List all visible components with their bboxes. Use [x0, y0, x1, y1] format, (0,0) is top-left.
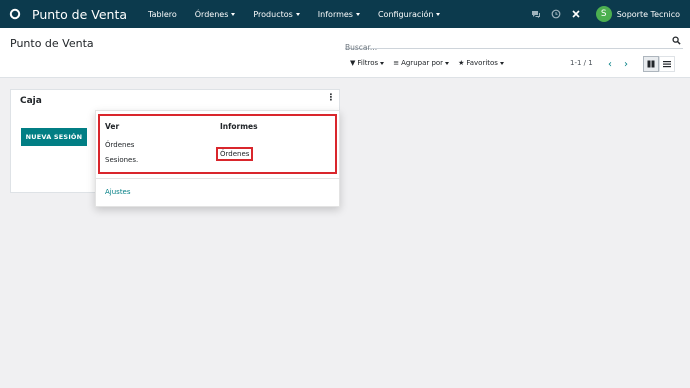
chevron-left-icon[interactable]: ‹ — [602, 57, 618, 71]
search-input[interactable] — [345, 41, 665, 54]
menu-configuration[interactable]: Configuración — [378, 10, 441, 19]
menu-reports[interactable]: Informes — [318, 10, 360, 19]
view-orders-link[interactable]: Órdenes — [105, 141, 138, 149]
new-session-button[interactable]: NUEVA SESIÓN — [21, 128, 87, 146]
kanban-view-button[interactable] — [643, 56, 659, 72]
pager-value[interactable]: 1-1 / 1 — [570, 59, 593, 67]
card-menu-icon[interactable]: ⋮ — [325, 93, 337, 107]
user-menu[interactable]: S Soporte Tecnico — [595, 6, 680, 22]
view-switcher — [643, 56, 675, 72]
list-icon: ≡ — [393, 59, 400, 67]
group-by-button[interactable]: ≡ Agrupar por — [393, 59, 450, 67]
home-menu-icon[interactable] — [4, 0, 26, 28]
card-dropdown-menu: Ver Órdenes Sesiones. Informes Órdenes A… — [95, 110, 340, 207]
search-options: ▼ Filtros ≡ Agrupar por ★ Favoritos — [350, 59, 513, 67]
list-view-button[interactable] — [659, 56, 675, 72]
control-panel: Punto de Venta ▼ Filtros ≡ Agrupar por ★… — [0, 28, 690, 78]
search-bar — [345, 35, 683, 54]
view-sessions-link[interactable]: Sesiones. — [105, 156, 138, 164]
settings-link[interactable]: Ajustes — [105, 188, 131, 196]
caret-down-icon — [355, 13, 360, 16]
reports-header: Informes — [220, 122, 258, 131]
card-title: Caja — [20, 96, 42, 106]
filters-button[interactable]: ▼ Filtros — [350, 59, 385, 67]
view-section: Ver Órdenes Sesiones. — [105, 122, 138, 171]
activity-clock-icon[interactable] — [547, 0, 565, 28]
divider — [96, 178, 339, 179]
app-title[interactable]: Punto de Venta — [32, 7, 127, 22]
avatar: S — [595, 6, 612, 22]
user-name: Soporte Tecnico — [616, 9, 680, 19]
chat-icon[interactable] — [527, 0, 545, 28]
menu-orders[interactable]: Órdenes — [195, 10, 236, 19]
menu-dashboard[interactable]: Tablero — [148, 10, 177, 19]
caret-down-icon — [436, 13, 441, 16]
chevron-right-icon[interactable]: › — [618, 57, 634, 71]
top-navbar: Punto de Venta Tablero Órdenes Productos… — [0, 0, 690, 28]
breadcrumb: Punto de Venta — [10, 37, 94, 50]
reports-orders-link[interactable]: Órdenes — [216, 147, 254, 161]
view-header: Ver — [105, 122, 120, 131]
caret-down-icon — [499, 62, 504, 65]
list-view-icon — [663, 61, 671, 68]
kanban-icon — [647, 60, 655, 68]
reports-section: Informes Órdenes — [216, 122, 258, 168]
caret-down-icon — [445, 62, 450, 65]
caret-down-icon — [231, 13, 236, 16]
favorites-button[interactable]: ★ Favoritos — [458, 59, 504, 67]
caret-down-icon — [295, 13, 300, 16]
menu-products[interactable]: Productos — [253, 10, 300, 19]
debug-tools-icon[interactable] — [567, 0, 585, 28]
search-icon[interactable] — [672, 36, 681, 45]
caret-down-icon — [380, 62, 385, 65]
star-icon: ★ — [458, 59, 465, 67]
filter-icon: ▼ — [350, 59, 356, 67]
